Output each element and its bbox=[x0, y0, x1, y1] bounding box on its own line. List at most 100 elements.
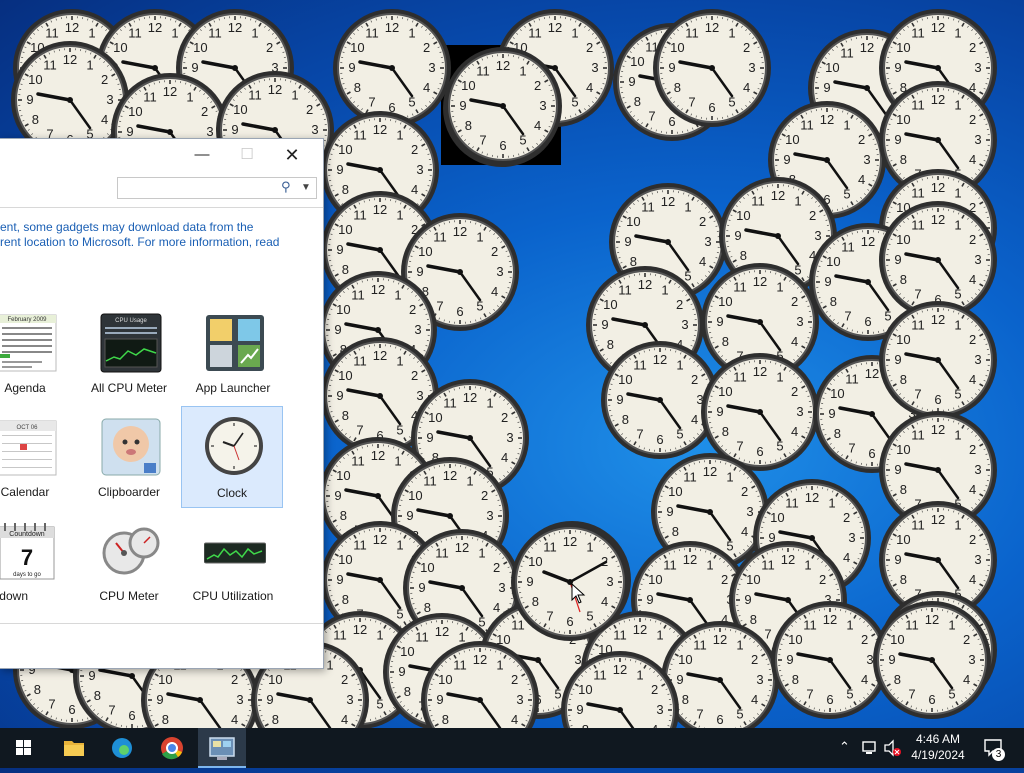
chevron-down-icon[interactable]: ▼ bbox=[301, 178, 311, 198]
svg-text:3: 3 bbox=[516, 692, 523, 707]
svg-text:1: 1 bbox=[476, 229, 483, 244]
gadget-cpu-utilization[interactable]: CPU Utilization bbox=[182, 513, 284, 615]
countdown-number: 7 bbox=[21, 545, 33, 570]
svg-text:12: 12 bbox=[925, 612, 939, 627]
desktop-clock-gadget[interactable]: 123456789101112 bbox=[878, 300, 998, 420]
svg-text:6: 6 bbox=[708, 100, 715, 115]
svg-text:9: 9 bbox=[786, 652, 793, 667]
network-icon[interactable] bbox=[861, 739, 879, 757]
svg-text:1: 1 bbox=[326, 657, 333, 672]
svg-text:4: 4 bbox=[861, 672, 868, 687]
svg-text:7: 7 bbox=[908, 687, 915, 702]
app-launcher-icon bbox=[204, 313, 266, 373]
svg-text:10: 10 bbox=[618, 372, 632, 387]
svg-text:10: 10 bbox=[630, 54, 644, 69]
svg-text:11: 11 bbox=[528, 25, 542, 40]
file-explorer-button[interactable] bbox=[50, 728, 98, 768]
svg-text:3: 3 bbox=[796, 404, 803, 419]
svg-text:10: 10 bbox=[896, 232, 910, 247]
svg-text:3: 3 bbox=[863, 152, 870, 167]
svg-text:12: 12 bbox=[385, 20, 399, 35]
gadget-clipboarder[interactable]: Clipboarder bbox=[78, 409, 180, 511]
svg-text:1: 1 bbox=[954, 25, 961, 40]
svg-text:10: 10 bbox=[193, 40, 207, 55]
gadget-agenda[interactable]: February 2009 Agenda bbox=[0, 305, 76, 407]
svg-text:12: 12 bbox=[373, 202, 387, 217]
desktop-clock-gadget[interactable]: 123456789101112 bbox=[652, 8, 772, 128]
svg-text:11: 11 bbox=[353, 127, 367, 142]
svg-text:12: 12 bbox=[753, 364, 767, 379]
svg-text:1: 1 bbox=[843, 117, 850, 132]
svg-text:6: 6 bbox=[456, 304, 463, 319]
svg-text:1: 1 bbox=[519, 63, 526, 78]
svg-text:9: 9 bbox=[624, 234, 631, 249]
svg-text:8: 8 bbox=[34, 682, 41, 697]
volume-muted-icon[interactable] bbox=[883, 739, 901, 757]
svg-text:2: 2 bbox=[201, 104, 208, 119]
svg-text:2: 2 bbox=[306, 102, 313, 117]
title-bar[interactable]: — ☐ ✕ bbox=[0, 139, 323, 171]
svg-text:2: 2 bbox=[861, 632, 868, 647]
svg-text:9: 9 bbox=[126, 124, 133, 139]
svg-text:8: 8 bbox=[674, 80, 681, 95]
svg-text:10: 10 bbox=[461, 78, 475, 93]
gadget-clock[interactable]: Clock bbox=[181, 406, 283, 508]
calendar-icon: OCT 06 bbox=[0, 417, 58, 477]
svg-text:9: 9 bbox=[348, 60, 355, 75]
desktop-clock-gadget[interactable]: 123456789101112 bbox=[872, 600, 992, 720]
svg-text:12: 12 bbox=[805, 490, 819, 505]
svg-text:7: 7 bbox=[48, 697, 55, 712]
desktop-clock-gadget-current[interactable]: 123456789101112 bbox=[510, 522, 630, 642]
svg-text:9: 9 bbox=[266, 692, 273, 707]
svg-text:10: 10 bbox=[438, 672, 452, 687]
gadget-gallery-window[interactable]: — ☐ ✕ ⚲ ▼ ent, some gadgets may download… bbox=[0, 138, 324, 669]
minimize-button[interactable]: — bbox=[180, 143, 224, 167]
svg-text:4: 4 bbox=[743, 80, 750, 95]
svg-text:3: 3 bbox=[236, 692, 243, 707]
svg-text:10: 10 bbox=[420, 560, 434, 575]
svg-text:11: 11 bbox=[845, 371, 859, 386]
gadget-label: App Launcher bbox=[182, 381, 284, 395]
svg-text:9: 9 bbox=[336, 162, 343, 177]
privacy-notice[interactable]: ent, some gadgets may download data from… bbox=[0, 220, 323, 250]
svg-text:10: 10 bbox=[128, 104, 142, 119]
edge-button[interactable] bbox=[98, 728, 146, 768]
gadget-cpu-meter[interactable]: CPU Meter bbox=[78, 513, 180, 615]
clock-tray[interactable]: 4:46 AM 4/19/2024 bbox=[900, 731, 976, 763]
svg-text:11: 11 bbox=[435, 545, 449, 560]
gadgets-button[interactable] bbox=[198, 728, 246, 768]
gadget-calendar[interactable]: OCT 06 Calendar bbox=[0, 409, 76, 511]
gadget-countdown[interactable]: Countdown 7 days to go ountdown bbox=[0, 513, 76, 615]
chrome-button[interactable] bbox=[148, 728, 196, 768]
svg-text:1: 1 bbox=[571, 25, 578, 40]
desktop-clock-gadget[interactable]: 123456789101112 bbox=[420, 640, 540, 728]
svg-text:8: 8 bbox=[272, 712, 279, 727]
svg-text:11: 11 bbox=[800, 117, 814, 132]
svg-text:1: 1 bbox=[954, 97, 961, 112]
close-button[interactable]: ✕ bbox=[270, 143, 314, 167]
svg-text:11: 11 bbox=[443, 395, 457, 410]
svg-text:11: 11 bbox=[353, 353, 367, 368]
notice-line-2[interactable]: rent location to Microsoft. For more inf… bbox=[0, 235, 323, 250]
search-field[interactable]: ⚲ ▼ bbox=[117, 177, 317, 199]
svg-text:12: 12 bbox=[661, 194, 675, 209]
svg-text:9: 9 bbox=[601, 317, 608, 332]
svg-text:1: 1 bbox=[396, 127, 403, 142]
svg-text:7: 7 bbox=[108, 703, 115, 718]
gadget-all-cpu-meter[interactable]: CPU Usage All CPU Meter bbox=[78, 305, 180, 407]
chevron-up-icon[interactable]: ⌃ bbox=[839, 739, 850, 755]
svg-text:10: 10 bbox=[788, 632, 802, 647]
desktop-clock-gadget[interactable]: 123456789101112 bbox=[443, 46, 563, 166]
svg-text:1: 1 bbox=[86, 57, 93, 72]
desktop-clock-gadget[interactable]: 123456789101112 bbox=[560, 650, 680, 728]
svg-text:10: 10 bbox=[670, 40, 684, 55]
svg-text:11: 11 bbox=[248, 87, 262, 102]
svg-text:3: 3 bbox=[496, 264, 503, 279]
start-button[interactable] bbox=[0, 728, 48, 768]
gadget-label: Calendar bbox=[0, 485, 76, 499]
search-icon[interactable]: ⚲ bbox=[281, 179, 291, 195]
gadget-app-launcher[interactable]: App Launcher bbox=[182, 305, 284, 407]
search-input[interactable] bbox=[118, 178, 276, 196]
svg-text:10: 10 bbox=[603, 297, 617, 312]
svg-text:1: 1 bbox=[736, 637, 743, 652]
